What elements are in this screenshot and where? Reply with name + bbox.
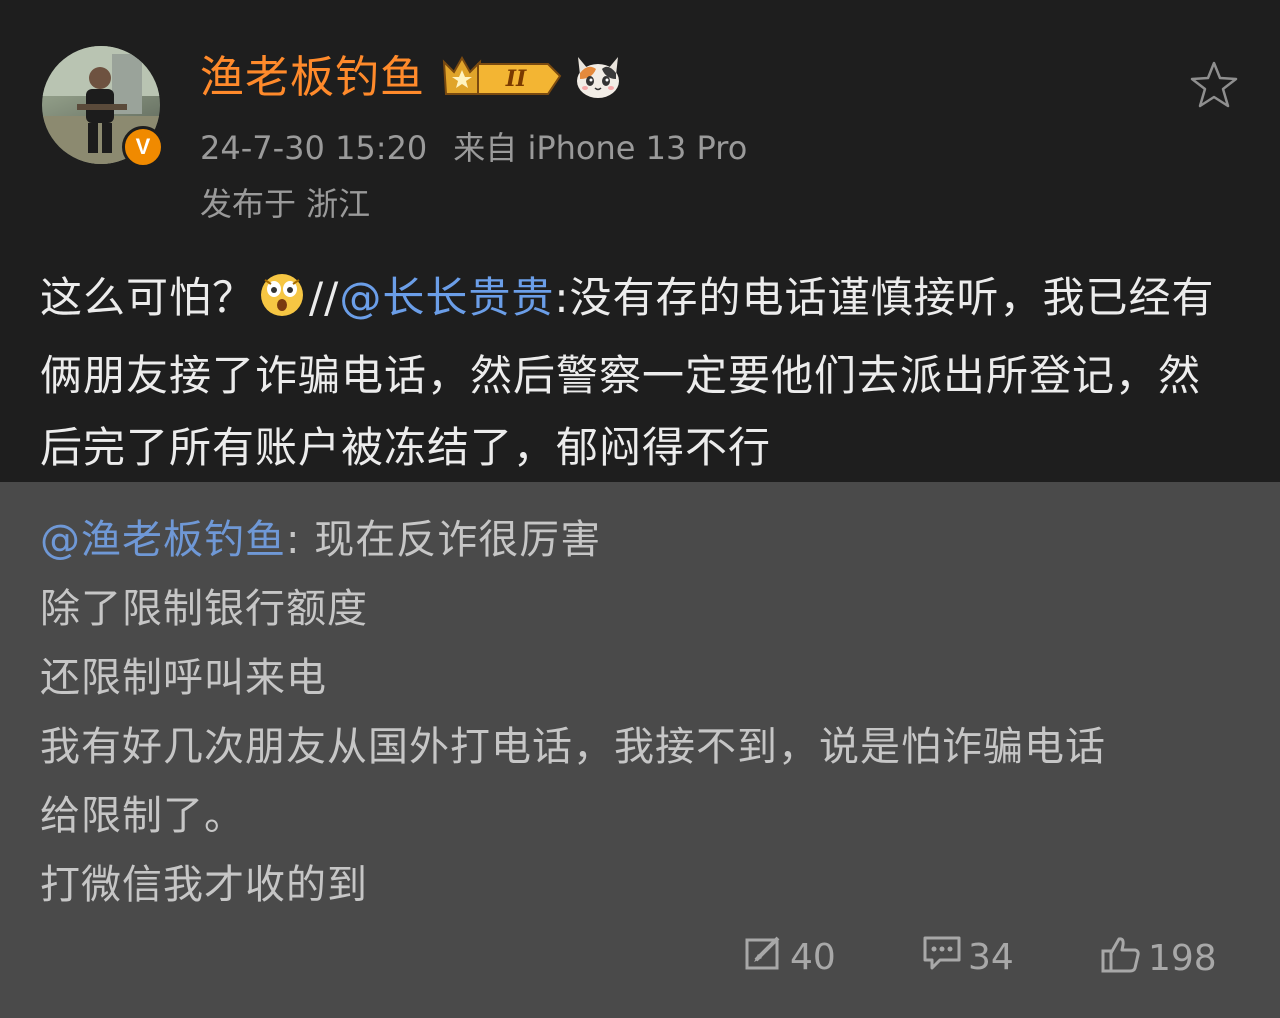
repost-line: 除了限制银行额度 [40,586,368,632]
comment-icon [922,934,962,981]
weibo-post: V 渔老板钓鱼 II 24-7-30 15:20 来自 iPhone 13 Pr… [0,0,1280,482]
shocked-emoji-icon [259,268,305,340]
comment-count: 34 [968,937,1014,978]
level-crown-icon[interactable]: II [440,54,564,102]
post-source: 来自 iPhone 13 Pro [453,129,748,167]
post-meta: 24-7-30 15:20 来自 iPhone 13 Pro [200,128,747,168]
post-location: 发布于 浙江 [200,185,371,223]
repost-text: @渔老板钓鱼: 现在反诈很厉害 除了限制银行额度 还限制呼叫来电 我有好几次朋友… [40,506,1250,920]
repost-icon [744,934,784,981]
username[interactable]: 渔老板钓鱼 [200,50,425,106]
repost-count: 40 [790,937,836,978]
like-icon [1100,934,1142,983]
repost-line: 打微信我才收的到 [40,862,368,908]
repost-line: 我有好几次朋友从国外打电话，我接不到，说是怕诈骗电话 [40,724,1106,770]
verified-badge: V [122,126,164,168]
action-bar: 40 34 198 [0,934,1280,984]
content-separator: // [309,273,340,322]
repost-mention-link[interactable]: @渔老板钓鱼 [40,517,286,563]
reposted-content[interactable]: @渔老板钓鱼: 现在反诈很厉害 除了限制银行额度 还限制呼叫来电 我有好几次朋友… [0,482,1280,1018]
repost-line: 给限制了。 [40,793,245,839]
repost-button[interactable]: 40 [744,934,836,981]
repost-line-1: @渔老板钓鱼: 现在反诈很厉害 [40,506,1250,575]
like-button[interactable]: 198 [1100,934,1217,983]
star-icon[interactable] [1188,60,1240,114]
cat-emoji-icon [574,55,622,103]
comment-button[interactable]: 34 [922,934,1014,981]
post-content: 这么可怕？//@长长贵贵:没有存的电话谨慎接听，我已经有俩朋友接了诈骗电话，然后… [40,262,1240,484]
timestamp: 24-7-30 15:20 [200,129,428,167]
level-badge-text: II [505,66,527,92]
content-prefix: 这么可怕？ [40,273,256,322]
mention-link[interactable]: @长长贵贵 [339,273,554,322]
repost-line: 还限制呼叫来电 [40,655,327,701]
repost-first-line: : 现在反诈很厉害 [286,517,602,563]
like-count: 198 [1148,938,1217,979]
